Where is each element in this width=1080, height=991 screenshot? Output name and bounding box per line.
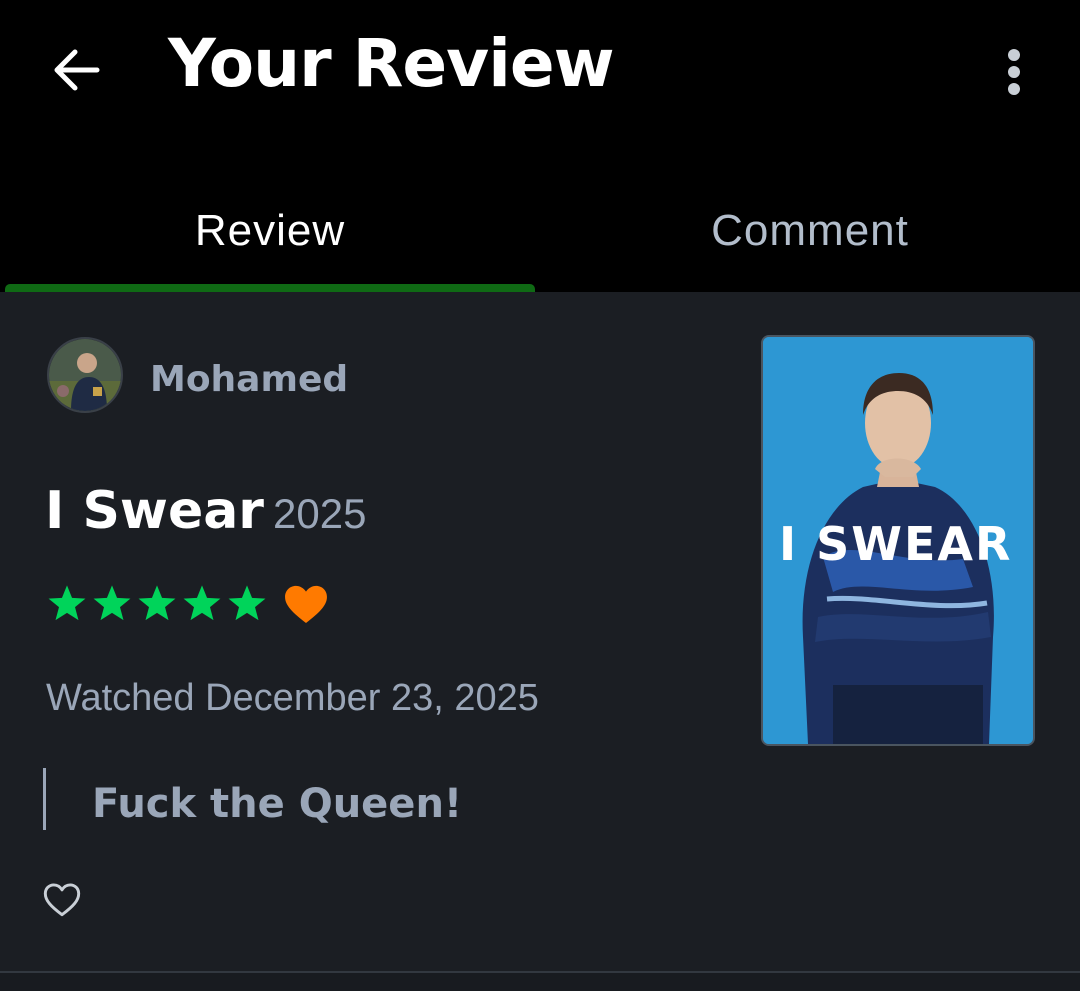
active-tab-indicator xyxy=(5,284,535,292)
star-icon xyxy=(183,585,221,621)
tab-comment[interactable]: Comment xyxy=(540,196,1080,266)
poster-title: I SWEAR xyxy=(779,517,1013,571)
more-vertical-icon xyxy=(1008,49,1020,95)
star-icon xyxy=(228,585,266,621)
top-app-bar: Your Review Review Comment xyxy=(0,0,1080,292)
liked-heart-icon xyxy=(285,585,327,624)
quote-bar xyxy=(43,768,46,830)
back-button[interactable] xyxy=(46,40,106,100)
star-icon xyxy=(93,585,131,621)
more-options-button[interactable] xyxy=(990,42,1038,102)
page-title: Your Review xyxy=(168,25,615,102)
star-icon xyxy=(138,585,176,621)
next-section-edge xyxy=(0,973,1080,991)
film-year: 2025 xyxy=(273,490,367,537)
avatar-image xyxy=(49,339,121,411)
tab-review[interactable]: Review xyxy=(0,196,540,266)
star-icon xyxy=(48,585,86,621)
username[interactable]: Mohamed xyxy=(150,356,348,404)
rating xyxy=(46,584,329,624)
film-heading: I Swear 2025 xyxy=(45,476,366,558)
film-title[interactable]: I Swear xyxy=(45,481,264,541)
review-text: Fuck the Queen! xyxy=(92,781,463,827)
heart-outline-icon xyxy=(43,883,81,917)
watched-date: Watched December 23, 2025 xyxy=(46,677,539,719)
arrow-left-icon xyxy=(54,49,100,91)
like-button[interactable] xyxy=(42,882,82,922)
film-poster[interactable]: I SWEAR xyxy=(761,335,1035,746)
avatar[interactable] xyxy=(47,337,123,413)
